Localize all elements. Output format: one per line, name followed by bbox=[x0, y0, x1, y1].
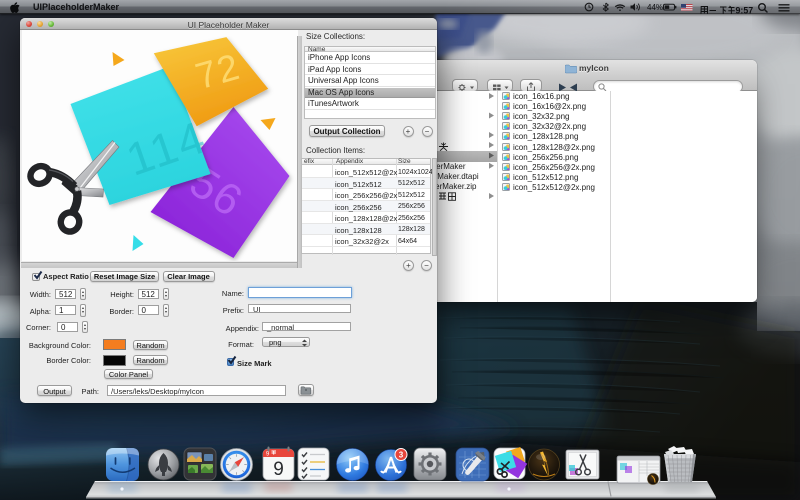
svg-text:44%: 44% bbox=[647, 3, 663, 12]
svg-text:3: 3 bbox=[399, 450, 404, 459]
svg-text:9: 9 bbox=[273, 459, 284, 480]
svg-text:9:57: 9:57 bbox=[736, 5, 754, 15]
